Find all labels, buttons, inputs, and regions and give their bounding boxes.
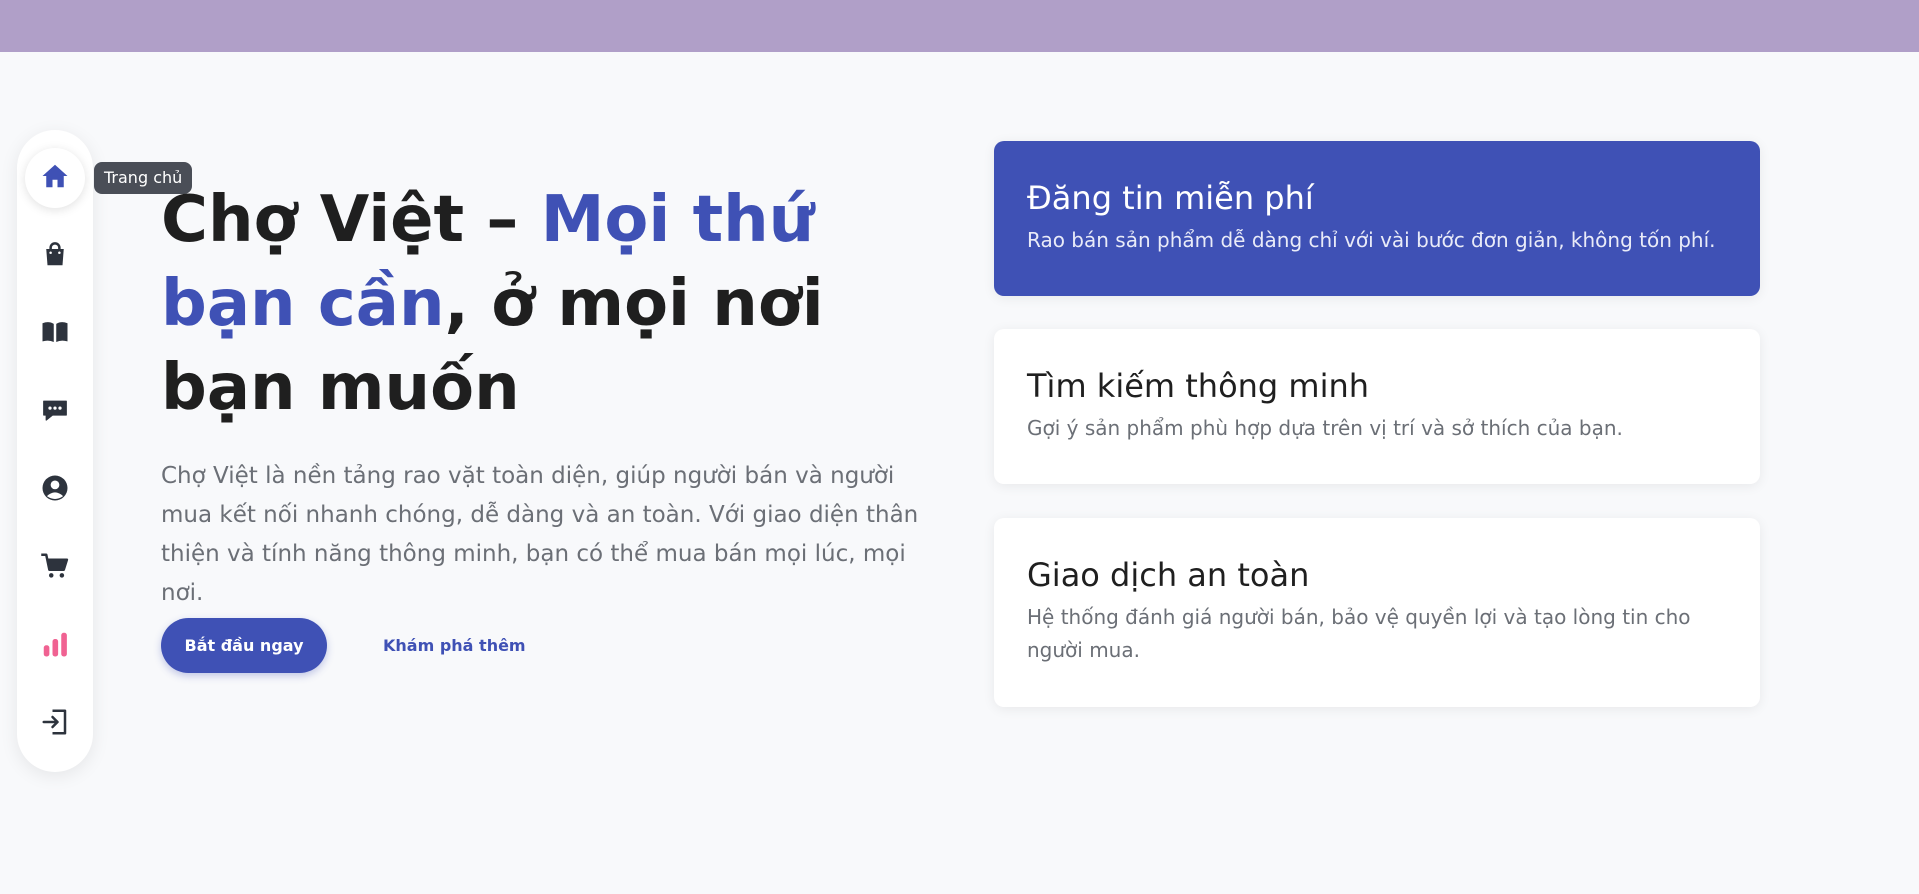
chat-icon <box>40 395 70 429</box>
feature-text: Hệ thống đánh giá người bán, bảo vệ quyề… <box>1027 605 1691 662</box>
top-banner <box>0 0 1919 52</box>
explore-more-link[interactable]: Khám phá thêm <box>383 634 526 658</box>
sidebar-item-stats[interactable] <box>25 616 85 676</box>
feature-title: Đăng tin miễn phí <box>1027 179 1314 217</box>
feature-title: Tìm kiếm thông minh <box>1027 367 1370 405</box>
user-icon <box>40 473 70 507</box>
sidebar-item-cart[interactable] <box>25 538 85 598</box>
feature-text: Rao bán sản phẩm dễ dàng chỉ với vài bướ… <box>1027 228 1716 252</box>
get-started-button[interactable]: Bắt đầu ngay <box>161 618 327 673</box>
sidebar-nav <box>17 130 93 772</box>
sidebar-item-shopping[interactable] <box>25 226 85 286</box>
cart-icon <box>40 551 70 585</box>
bar-chart-icon <box>40 629 70 663</box>
hero-description: Chợ Việt là nền tảng rao vặt toàn diện, … <box>161 463 919 606</box>
sidebar-item-account[interactable] <box>25 460 85 520</box>
feature-card-smart-search[interactable]: Tìm kiếm thông minh Gợi ý sản phẩm phù h… <box>994 329 1760 484</box>
sidebar-item-messages[interactable] <box>25 382 85 442</box>
feature-title: Giao dịch an toàn <box>1027 556 1310 594</box>
book-icon <box>40 317 70 351</box>
login-icon <box>40 707 70 741</box>
feature-card-free-posting[interactable]: Đăng tin miễn phí Rao bán sản phẩm dễ dà… <box>994 141 1760 296</box>
home-icon <box>40 161 70 195</box>
sidebar-item-guide[interactable] <box>25 304 85 364</box>
sidebar-item-login[interactable] <box>25 694 85 754</box>
feature-card-safe-transaction[interactable]: Giao dịch an toàn Hệ thống đánh giá ngườ… <box>994 518 1760 707</box>
shopping-bag-icon <box>40 239 70 273</box>
page-title: Chợ Việt – Mọi thứ bạn cần, ở mọi nơi bạ… <box>161 178 941 430</box>
feature-text: Gợi ý sản phẩm phù hợp dựa trên vị trí v… <box>1027 416 1623 440</box>
title-part-1: Chợ Việt – <box>161 183 541 257</box>
sidebar-item-home[interactable] <box>25 148 85 208</box>
